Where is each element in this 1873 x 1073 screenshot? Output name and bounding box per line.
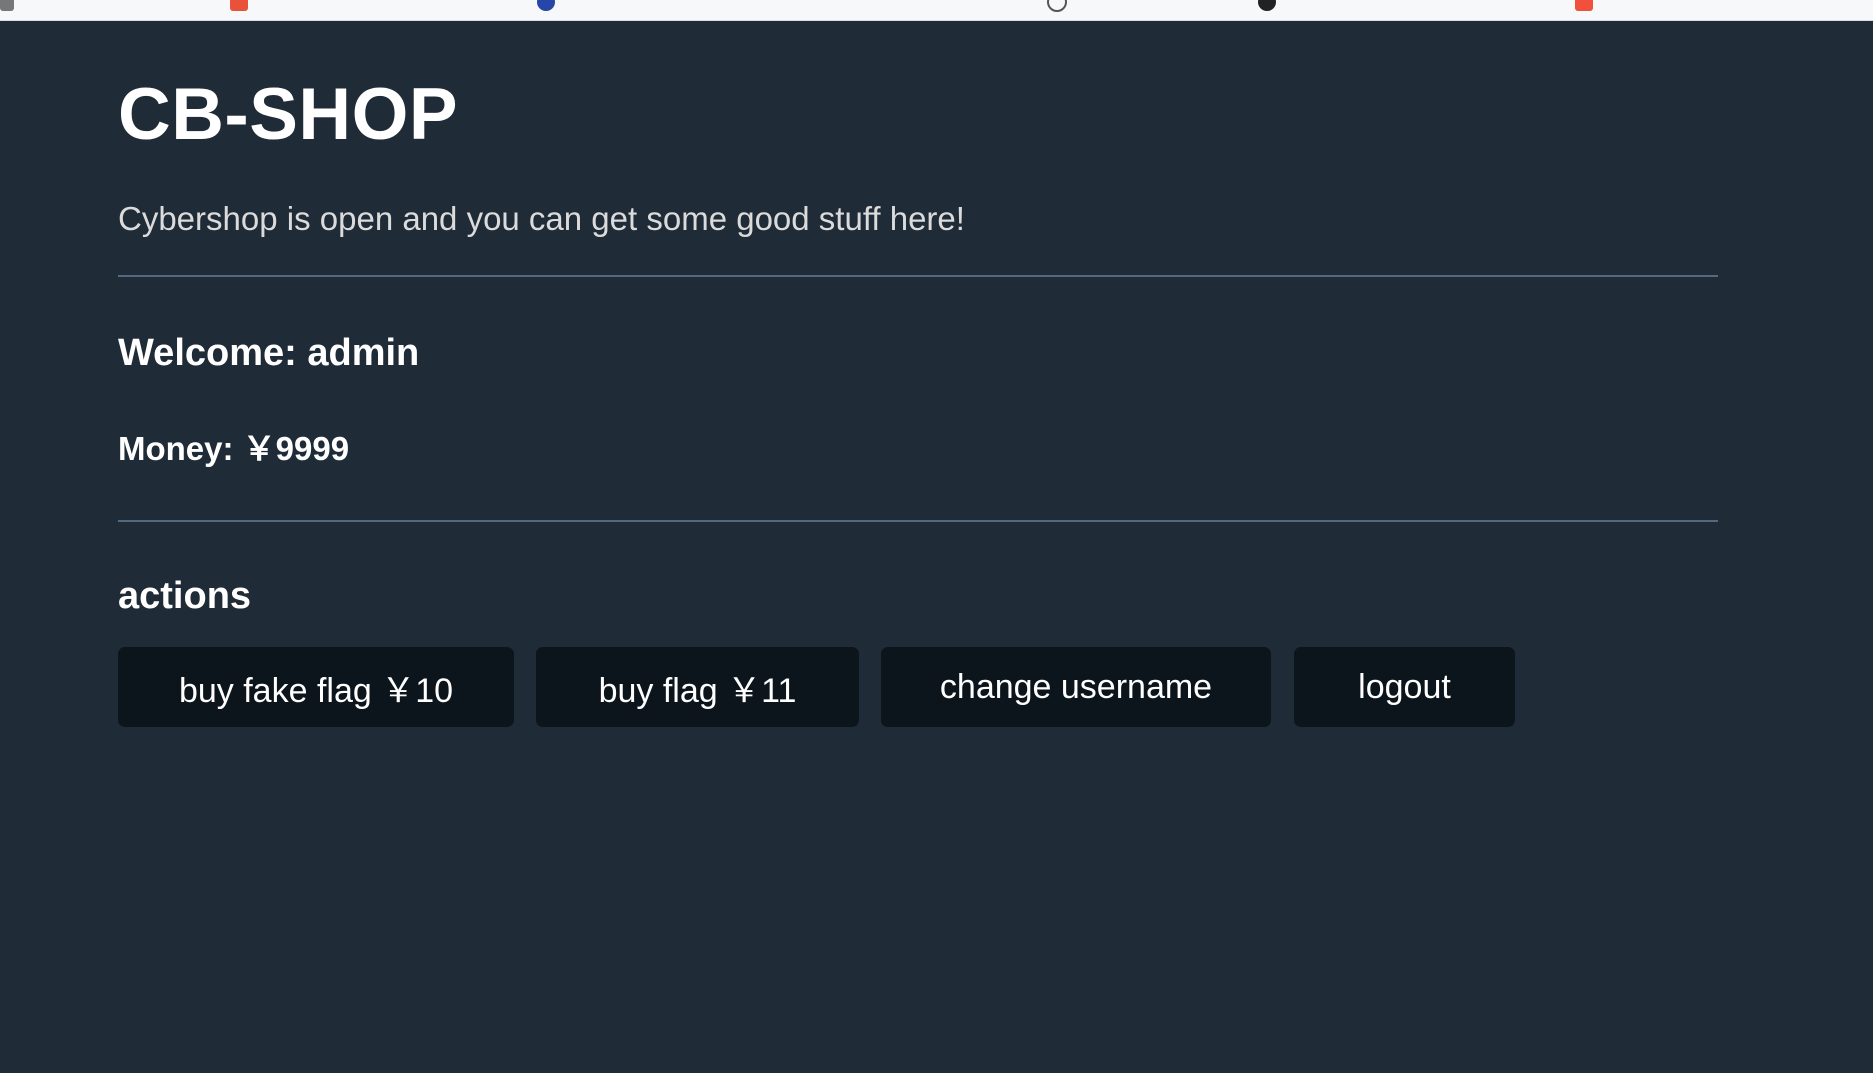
bookmark-item[interactable] [537,0,563,13]
bookmark-icon [0,0,14,11]
bookmark-item[interactable] [230,0,256,13]
welcome-text: Welcome: admin [118,332,420,374]
divider [118,520,1718,522]
divider [118,275,1718,277]
github-icon [1258,0,1276,11]
bookmark-icon [1575,0,1593,11]
bookmark-item[interactable] [1258,0,1284,13]
bookmark-icon [537,0,555,11]
logout-button[interactable]: logout [1294,647,1515,727]
site-title: CB-SHOP [118,74,459,155]
globe-icon [1047,0,1067,12]
bookmark-item[interactable] [1575,0,1601,13]
bookmarks-bar [0,0,1873,21]
bookmark-item[interactable] [1047,0,1075,13]
change-username-button[interactable]: change username [881,647,1271,727]
site-tagline: Cybershop is open and you can get some g… [118,200,965,237]
actions-heading: actions [118,575,252,617]
buy-flag-button[interactable]: buy flag ￥11 [536,647,859,727]
money-balance: Money: ￥9999 [118,430,350,467]
bookmark-icon [230,0,248,11]
bookmark-item[interactable] [0,0,22,13]
buy-fake-flag-button[interactable]: buy fake flag ￥10 [118,647,514,727]
